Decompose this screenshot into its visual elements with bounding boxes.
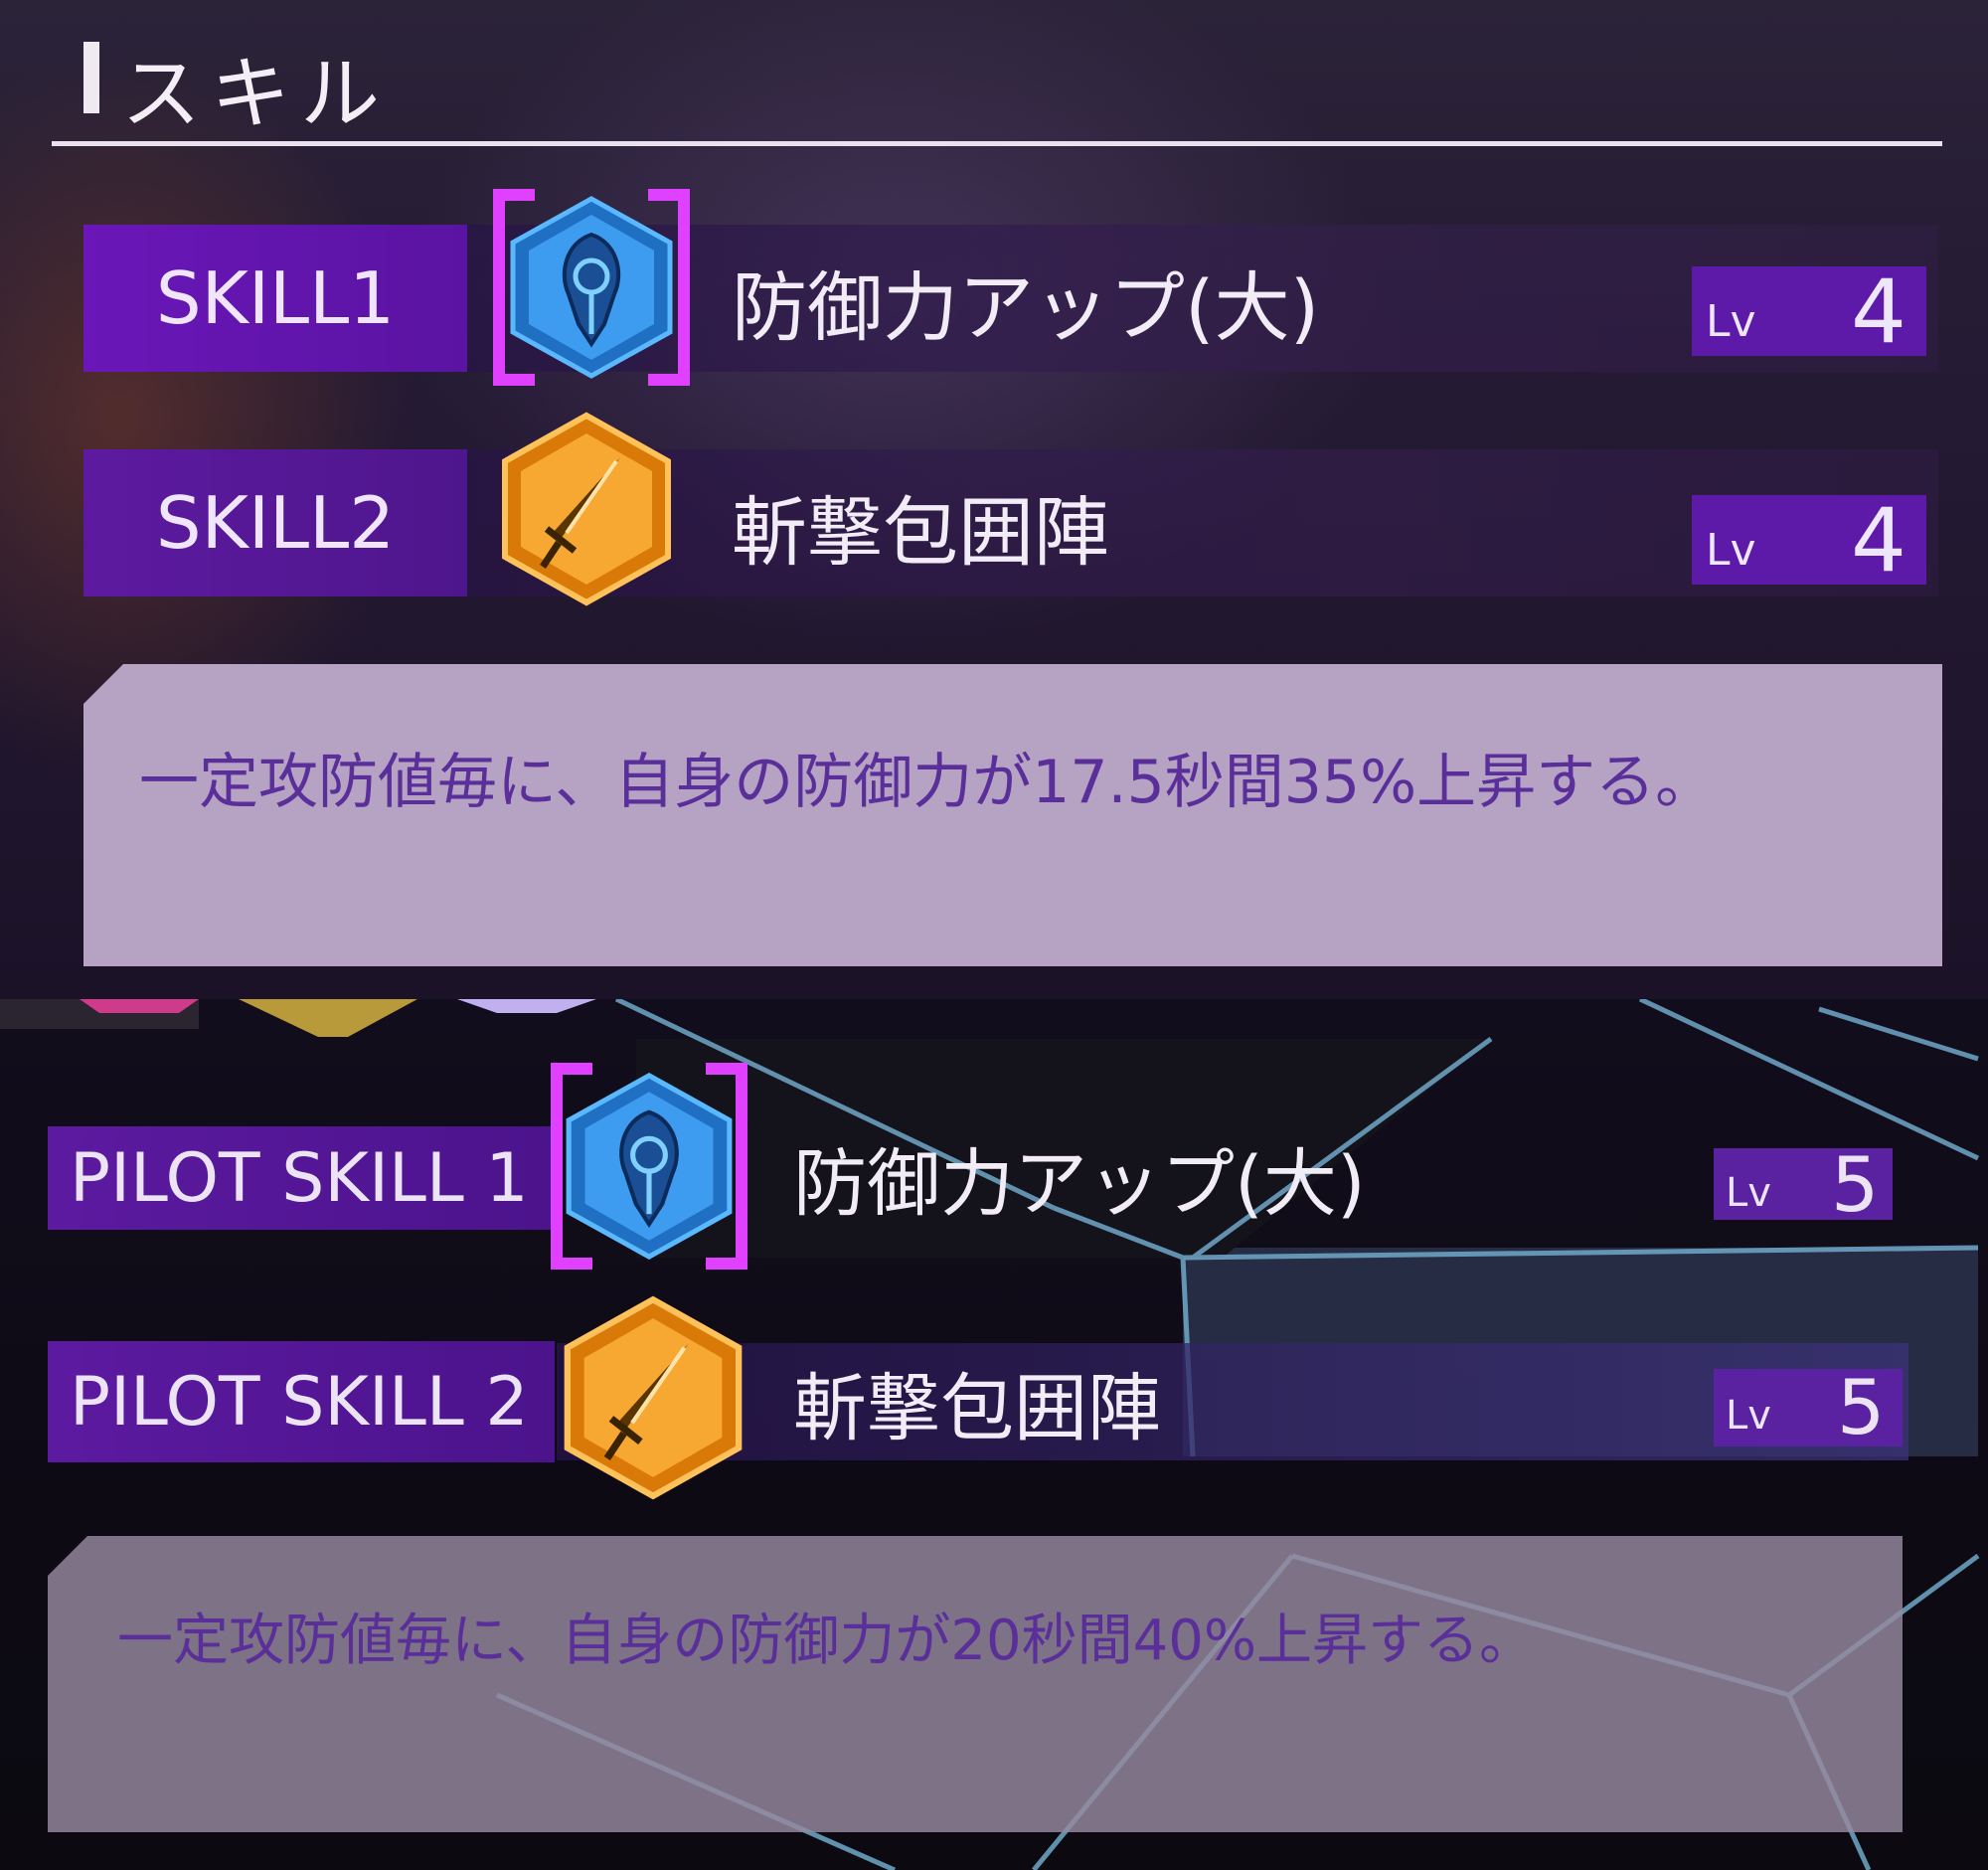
- level-value: 5: [1837, 1363, 1886, 1451]
- title-accent-bar: [83, 42, 99, 113]
- sword-icon: [564, 1295, 743, 1500]
- sword-icon: [502, 412, 671, 606]
- shield-icon: [566, 1072, 733, 1261]
- section-title: スキル: [121, 48, 390, 140]
- level-prefix: Lv: [1726, 1393, 1771, 1439]
- skill-description: 一定攻防値毎に、自身の防御力が17.5秒間35%上昇する。: [139, 748, 1716, 817]
- level-prefix: Lv: [1706, 296, 1756, 347]
- pilot-skill-1-name: 防御力アップ(大): [793, 1141, 1366, 1227]
- level-value: 5: [1831, 1140, 1880, 1229]
- skill-panel-bottom: PILOT SKILL 1 防御力アップ(大) Lv 5 PILOT SKILL…: [0, 999, 1988, 1870]
- shield-icon: [510, 196, 673, 379]
- level-value: 4: [1851, 489, 1906, 592]
- skill-1-level-badge: Lv 4: [1692, 260, 1926, 363]
- skill-1-name: 防御力アップ(大): [732, 263, 1320, 352]
- pilot-skill-1-label[interactable]: PILOT SKILL 1: [48, 1126, 555, 1230]
- pilot-skill-description: 一定攻防値毎に、自身の防御力が20秒間40%上昇する。: [117, 1609, 1536, 1673]
- skill-2-level-badge: Lv 4: [1692, 489, 1926, 592]
- pilot-skill-1-level-badge: Lv 5: [1714, 1140, 1893, 1229]
- skill-panel-top: スキル SKILL1 防御力アップ(大) Lv 4 SKILL2 斬撃包囲陣 L…: [0, 0, 1988, 999]
- pilot-skill-description-box: [48, 1536, 1903, 1832]
- skill-2-name: 斬撃包囲陣: [732, 488, 1109, 577]
- pilot-skill-2-level-badge: Lv 5: [1714, 1363, 1903, 1451]
- skill-1-label[interactable]: SKILL1: [83, 225, 467, 372]
- level-value: 4: [1851, 260, 1906, 363]
- level-prefix: Lv: [1706, 525, 1756, 576]
- pilot-skill-row-2-background: [557, 1343, 1908, 1460]
- pilot-skill-2-label[interactable]: PILOT SKILL 2: [48, 1341, 555, 1462]
- level-prefix: Lv: [1726, 1170, 1771, 1216]
- pilot-skill-2-name: 斬撃包囲陣: [793, 1366, 1161, 1451]
- skill-2-label[interactable]: SKILL2: [83, 449, 467, 596]
- title-divider: [52, 141, 1942, 146]
